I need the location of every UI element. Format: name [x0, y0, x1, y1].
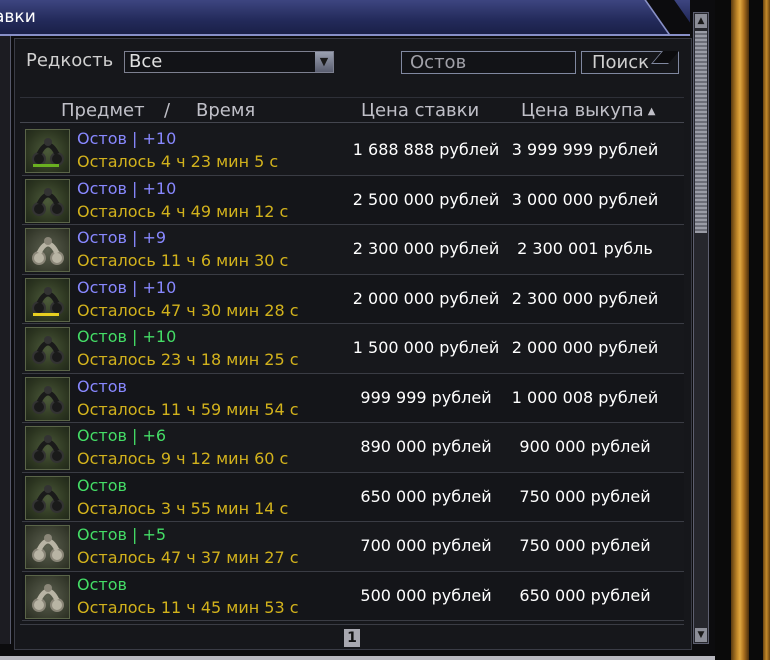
- item-time-left: Осталось 3 ч 55 мин 14 с: [77, 498, 289, 518]
- column-header-buyout-label: Цена выкупа: [521, 100, 644, 121]
- buyout-price: 1 000 008 рублей: [511, 387, 659, 407]
- bid-price: 999 999 рублей: [360, 387, 492, 407]
- scroll-down-arrow-icon[interactable]: ▼: [695, 628, 707, 642]
- window-title: авки: [0, 7, 36, 27]
- column-header-time[interactable]: Время: [196, 100, 255, 121]
- item-chain-icon[interactable]: [25, 277, 70, 322]
- item-chain-icon[interactable]: [25, 327, 70, 371]
- auction-row[interactable]: Остов Осталось 3 ч 55 мин 14 с 650 000 руб…: [22, 472, 684, 522]
- item-chain-icon[interactable]: [25, 129, 70, 173]
- sort-ascending-icon: ▲: [647, 106, 656, 117]
- auction-row[interactable]: Остов | +6 Осталось 9 ч 12 мин 60 с 890 00…: [22, 423, 684, 473]
- item-time-left: Осталось 4 ч 49 мин 12 с: [77, 201, 289, 221]
- auction-row[interactable]: Остов | +9 Осталось 11 ч 6 мин 30 с 2 300 …: [22, 225, 684, 275]
- buyout-price: 900 000 рублей: [519, 437, 651, 456]
- left-panel-edge: [0, 36, 11, 644]
- search-input[interactable]: Остов: [401, 51, 576, 74]
- bid-price: 700 000 рублей: [360, 536, 492, 555]
- chevron-down-icon[interactable]: ▼: [315, 52, 333, 72]
- column-header-buyout[interactable]: Цена выкупа ▲: [521, 100, 655, 121]
- bid-price: 500 000 рублей: [360, 585, 492, 605]
- buyout-price: 2 000 000 рублей: [511, 338, 659, 357]
- gold-frame-border: [731, 0, 749, 660]
- bid-price: 2 000 000 рублей: [352, 288, 500, 308]
- item-name[interactable]: Остов: [77, 476, 127, 495]
- scrollbar[interactable]: ▲ ▼: [693, 12, 709, 644]
- item-time-left: Осталось 11 ч 6 мин 30 с: [77, 251, 289, 270]
- bid-price: 1 688 888 рублей: [352, 140, 500, 159]
- item-name[interactable]: Остов: [77, 575, 127, 594]
- auction-row[interactable]: Остов | +10 Осталось 4 ч 49 мин 12 с 2 500…: [22, 175, 684, 225]
- item-time-left: Осталось 47 ч 37 мин 27 с: [77, 548, 299, 567]
- item-time-left: Осталось 9 ч 12 мин 60 с: [77, 449, 289, 468]
- auction-row[interactable]: Остов Осталось 11 ч 59 мин 54 с 999 999 ру…: [22, 373, 684, 423]
- item-chain-icon[interactable]: [25, 178, 70, 223]
- item-chain-icon[interactable]: [25, 574, 70, 619]
- buyout-price: 3 999 999 рублей: [511, 140, 659, 159]
- right-frame: [715, 0, 770, 660]
- buyout-price: 2 300 000 рублей: [511, 288, 659, 308]
- auction-row[interactable]: Остов Осталось 11 ч 45 мин 53 с 500 000 ру…: [22, 571, 684, 621]
- auction-row[interactable]: Остов | +5 Осталось 47 ч 37 мин 27 с 700 0…: [22, 522, 684, 572]
- bid-price: 2 300 000 рублей: [352, 239, 500, 258]
- buyout-price: 3 000 000 рублей: [511, 189, 659, 209]
- rarity-label: Редкость: [26, 50, 114, 71]
- item-name[interactable]: Остов | +6: [77, 426, 166, 445]
- rarity-selected-value: Все: [129, 51, 163, 72]
- item-name[interactable]: Остов | +10: [77, 129, 176, 148]
- item-chain-icon[interactable]: [25, 525, 70, 569]
- window-titlebar: авки: [0, 0, 690, 36]
- auction-row[interactable]: Остов | +10 Осталось 4 ч 23 мин 5 с 1 688 …: [22, 126, 684, 176]
- item-chain-icon[interactable]: [25, 475, 70, 520]
- buyout-price: 750 000 рублей: [519, 486, 651, 506]
- auction-list: Остов | +10 Осталось 4 ч 23 мин 5 с 1 688 …: [22, 126, 684, 621]
- item-quality-bar: [33, 312, 59, 316]
- auction-row[interactable]: Остов | +10 Осталось 47 ч 30 мин 28 с 2 00…: [22, 274, 684, 324]
- buyout-price: 750 000 рублей: [519, 536, 651, 555]
- auction-row[interactable]: Остов | +10 Осталось 23 ч 18 мин 25 с 1 50…: [22, 324, 684, 374]
- page-number-current[interactable]: 1: [344, 629, 360, 647]
- bid-price: 2 500 000 рублей: [352, 189, 500, 209]
- item-time-left: Осталось 11 ч 59 мин 54 с: [77, 399, 299, 419]
- item-chain-icon[interactable]: [25, 426, 70, 470]
- item-time-left: Осталось 47 ч 30 мин 28 с: [77, 300, 299, 320]
- header-underline: [20, 122, 684, 123]
- item-time-left: Осталось 23 ч 18 мин 25 с: [77, 350, 299, 369]
- gold-frame-edge: [763, 0, 770, 660]
- search-button-label: Поиск: [592, 52, 650, 73]
- rarity-select[interactable]: Все ▼: [124, 51, 334, 73]
- buyout-price: 650 000 рублей: [519, 585, 651, 605]
- bid-price: 1 500 000 рублей: [352, 338, 500, 357]
- header-separator: [20, 97, 684, 98]
- item-chain-icon[interactable]: [25, 228, 70, 272]
- column-header-divider: /: [164, 100, 171, 121]
- item-name[interactable]: Остов: [77, 377, 127, 396]
- column-header-item[interactable]: Предмет: [61, 100, 145, 121]
- bid-price: 650 000 рублей: [360, 486, 492, 506]
- item-time-left: Осталось 11 ч 45 мин 53 с: [77, 597, 299, 617]
- scroll-thumb[interactable]: [695, 31, 707, 233]
- button-corner-decoration: [651, 51, 679, 64]
- item-time-left: Осталось 4 ч 23 мин 5 с: [77, 152, 279, 171]
- item-name[interactable]: Остов | +9: [77, 228, 166, 247]
- item-quality-bar: [33, 164, 59, 167]
- bid-price: 890 000 рублей: [360, 437, 492, 456]
- item-name[interactable]: Остов | +5: [77, 525, 166, 544]
- search-button[interactable]: Поиск: [581, 51, 679, 74]
- scroll-up-arrow-icon[interactable]: ▲: [695, 14, 707, 28]
- item-name[interactable]: Остов | +10: [77, 327, 176, 346]
- item-name[interactable]: Остов | +10: [77, 278, 176, 297]
- pager-separator: [20, 624, 684, 625]
- bottom-border: [0, 656, 715, 660]
- item-chain-icon[interactable]: [25, 376, 70, 421]
- item-name[interactable]: Остов | +10: [77, 179, 176, 198]
- column-header-bid[interactable]: Цена ставки: [361, 100, 479, 121]
- buyout-price: 2 300 001 рубль: [517, 239, 653, 258]
- search-input-value: Остов: [410, 52, 467, 73]
